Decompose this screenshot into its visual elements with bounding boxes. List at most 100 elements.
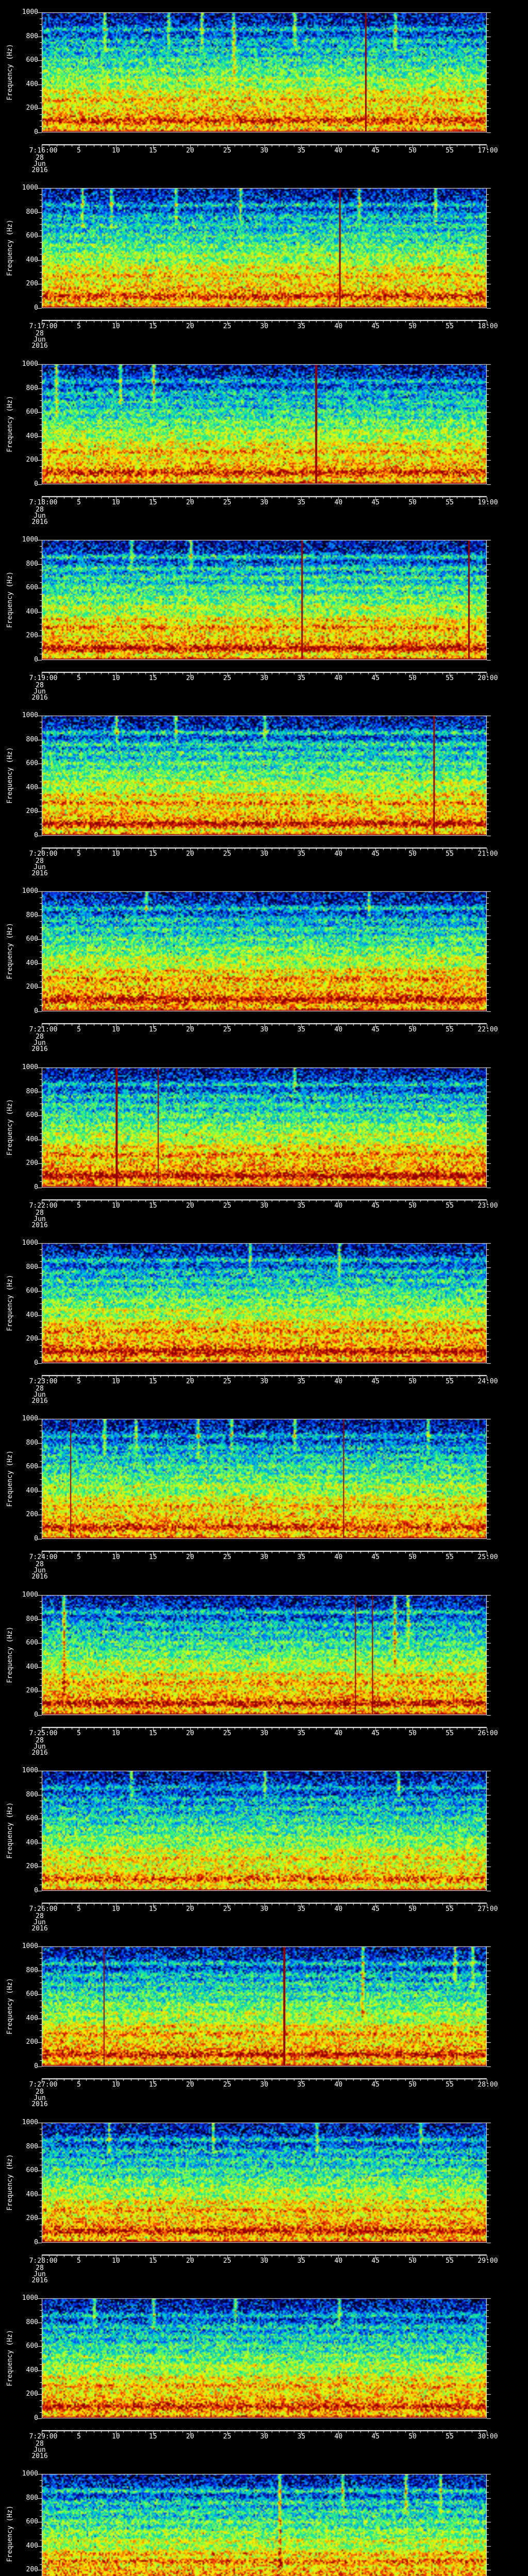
y-tick-label: 400 xyxy=(26,2366,38,2374)
y-axis-title: Frequency (Hz) xyxy=(6,396,14,452)
y-tick-label: 800 xyxy=(26,2318,38,2326)
x-tick-label: 5 xyxy=(76,2433,81,2441)
x-tick-label: 35 xyxy=(297,1553,306,1561)
x-tick-label: 20 xyxy=(186,850,194,858)
y-tick-label: 800 xyxy=(26,32,38,40)
x-tick-label: 20 xyxy=(186,1026,194,1033)
date-line: 2016 xyxy=(31,1397,48,1405)
x-tick-label: 30 xyxy=(260,1026,269,1033)
y-axis-title: Frequency (Hz) xyxy=(6,923,14,979)
y-tick-label: 200 xyxy=(26,1159,38,1167)
date-line: 2016 xyxy=(31,166,48,174)
y-axis-title: Frequency (Hz) xyxy=(6,1802,14,1859)
x-start-time-label: 7:29:00 xyxy=(29,2433,58,2441)
x-tick-label: 20 xyxy=(186,1202,194,1210)
y-tick-label: 600 xyxy=(26,935,38,943)
y-tick-label: 400 xyxy=(26,2014,38,2022)
x-tick-label: 25 xyxy=(223,147,232,155)
x-tick-label: 50 xyxy=(408,499,417,506)
y-axis-title: Frequency (Hz) xyxy=(6,1978,14,2035)
y-tick-label: 800 xyxy=(26,911,38,919)
x-tick-label: 55 xyxy=(446,850,454,858)
x-tick-label: 45 xyxy=(371,1905,380,1913)
y-tick-label: 1000 xyxy=(22,2470,38,2478)
x-tick-label: 45 xyxy=(371,1553,380,1561)
x-tick-label: 10 xyxy=(112,323,120,330)
x-tick-label: 35 xyxy=(297,850,306,858)
y-axis-title: Frequency (Hz) xyxy=(6,2505,14,2562)
spectrogram-panel: Frequency (Hz) 0 200 400 600 800 1000 5 10 15 20… xyxy=(0,1934,528,2110)
y-axis-title: Frequency (Hz) xyxy=(6,219,14,276)
x-start-time-label: 7:27:00 xyxy=(29,2081,58,2089)
y-tick-label: 800 xyxy=(26,384,38,392)
y-axis-title: Frequency (Hz) xyxy=(6,1275,14,1331)
y-tick-label: 400 xyxy=(26,2191,38,2198)
y-tick-label: 400 xyxy=(26,432,38,440)
x-tick-label: 40 xyxy=(334,1905,343,1913)
spectrogram-panel: Frequency (Hz) 0 200 400 600 800 1000 5 10 15 20… xyxy=(0,528,528,704)
x-tick-label: 20 xyxy=(186,2433,194,2441)
spectrogram-panel: Frequency (Hz) 0 200 400 600 800 1000 5 10 15 20… xyxy=(0,703,528,879)
y-tick-label: 200 xyxy=(26,983,38,991)
y-tick-label: 1000 xyxy=(22,1415,38,1422)
y-tick-label: 600 xyxy=(26,584,38,591)
x-start-time-label: 7:22:00 xyxy=(29,1202,58,1210)
x-start-time-label: 7:28:00 xyxy=(29,2257,58,2265)
x-tick-label: 20 xyxy=(186,1730,194,1737)
x-tick-label: 35 xyxy=(297,1905,306,1913)
y-tick-label: 1000 xyxy=(22,887,38,895)
x-tick-label: 35 xyxy=(297,1730,306,1737)
x-tick-label: 5 xyxy=(76,2257,81,2265)
x-end-time-label: 21:00 xyxy=(477,850,498,858)
x-tick-label: 20 xyxy=(186,1905,194,1913)
y-tick-label: 1000 xyxy=(22,711,38,719)
x-tick-label: 45 xyxy=(371,2257,380,2265)
x-tick-label: 40 xyxy=(334,1378,343,1385)
x-tick-label: 15 xyxy=(148,1553,157,1561)
y-tick-label: 200 xyxy=(26,632,38,639)
x-tick-label: 40 xyxy=(334,323,343,330)
x-tick-label: 50 xyxy=(408,850,417,858)
x-tick-label: 45 xyxy=(371,1026,380,1033)
x-tick-label: 25 xyxy=(223,1026,232,1033)
x-tick-label: 10 xyxy=(112,2257,120,2265)
y-tick-label: 0 xyxy=(34,480,38,488)
x-tick-label: 40 xyxy=(334,2433,343,2441)
x-tick-label: 50 xyxy=(408,1553,417,1561)
x-tick-label: 55 xyxy=(446,1730,454,1737)
y-tick-label: 0 xyxy=(34,2414,38,2422)
y-axis-title: Frequency (Hz) xyxy=(6,1626,14,1683)
x-end-time-label: 22:00 xyxy=(477,1026,498,1033)
x-tick-label: 30 xyxy=(260,850,269,858)
x-tick-label: 15 xyxy=(148,147,157,155)
spectrogram-panel: Frequency (Hz) 0 200 400 600 800 1000 5 10 15 20… xyxy=(0,2110,528,2286)
x-tick-label: 10 xyxy=(112,2081,120,2089)
x-start-time-label: 7:17:00 xyxy=(29,323,58,330)
x-tick-label: 35 xyxy=(297,1378,306,1385)
x-tick-label: 50 xyxy=(408,323,417,330)
x-tick-label: 30 xyxy=(260,674,269,682)
x-tick-label: 10 xyxy=(112,850,120,858)
y-tick-label: 400 xyxy=(26,1663,38,1671)
x-tick-label: 30 xyxy=(260,1905,269,1913)
x-tick-label: 55 xyxy=(446,1553,454,1561)
x-tick-label: 10 xyxy=(112,1026,120,1033)
x-tick-label: 25 xyxy=(223,2081,232,2089)
x-tick-label: 25 xyxy=(223,674,232,682)
y-tick-label: 600 xyxy=(26,408,38,416)
y-tick-label: 600 xyxy=(26,1815,38,1822)
date-line: 2016 xyxy=(31,694,48,702)
x-start-time-label: 7:20:00 xyxy=(29,850,58,858)
x-tick-label: 40 xyxy=(334,1026,343,1033)
y-tick-label: 200 xyxy=(26,456,38,464)
x-tick-label: 40 xyxy=(334,499,343,506)
y-tick-label: 1000 xyxy=(22,8,38,16)
date-line: 2016 xyxy=(31,2277,48,2284)
x-tick-label: 30 xyxy=(260,2257,269,2265)
y-tick-label: 200 xyxy=(26,1862,38,1870)
x-tick-label: 5 xyxy=(76,1905,81,1913)
x-tick-label: 15 xyxy=(148,2433,157,2441)
x-tick-label: 35 xyxy=(297,499,306,506)
y-tick-label: 1000 xyxy=(22,2294,38,2302)
x-tick-label: 10 xyxy=(112,1553,120,1561)
